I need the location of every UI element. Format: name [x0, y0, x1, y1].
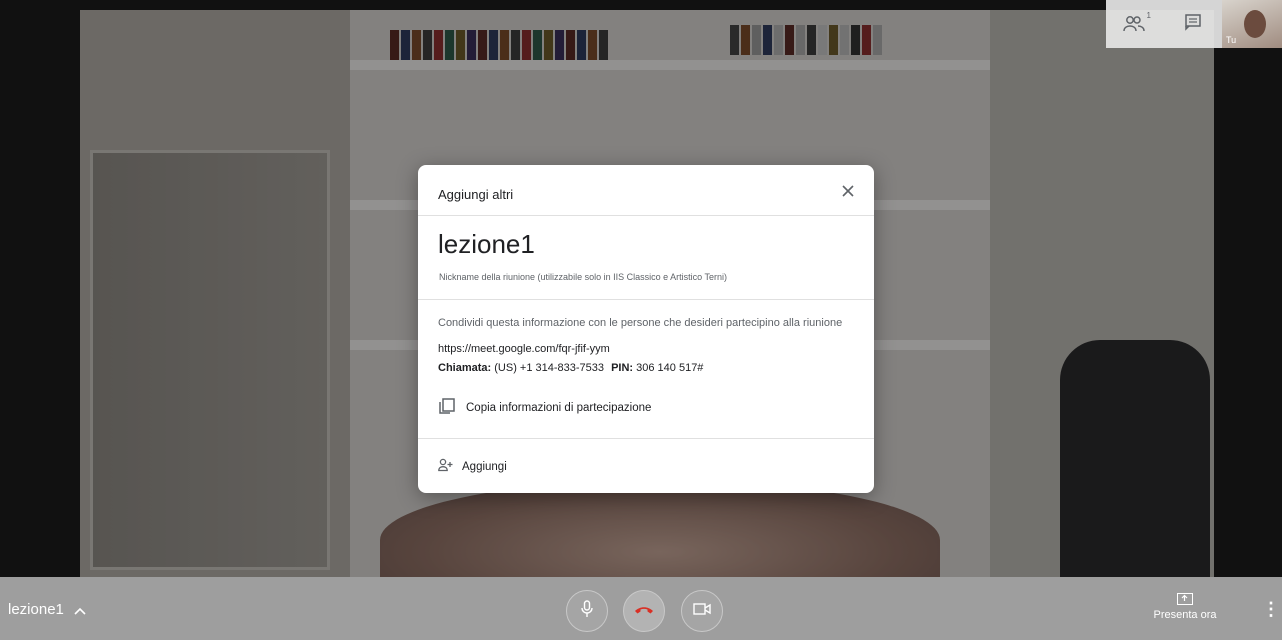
self-avatar	[1244, 10, 1266, 38]
camera-button[interactable]	[681, 590, 723, 632]
self-view-thumbnail[interactable]: Tu	[1222, 0, 1282, 48]
nickname-section: lezione1 Nickname della riunione (utiliz…	[418, 216, 874, 300]
chevron-up-icon	[74, 602, 86, 618]
add-person-icon	[438, 458, 454, 475]
self-label: Tu	[1226, 35, 1237, 45]
top-right-bar: 1 Tu	[1106, 0, 1282, 48]
chat-icon	[1184, 13, 1202, 36]
meeting-details-toggle[interactable]: lezione1	[8, 601, 86, 618]
pin-label: PIN:	[611, 362, 634, 374]
meeting-url[interactable]: https://meet.google.com/fqr-jfif-yym	[438, 343, 610, 355]
meeting-nickname: lezione1	[438, 229, 535, 259]
add-label: Aggiungi	[462, 460, 507, 473]
present-icon	[1177, 593, 1193, 605]
camera-icon	[693, 602, 711, 621]
copy-join-info-button[interactable]: Copia informazioni di partecipazione	[438, 397, 651, 418]
people-icon: 1	[1123, 11, 1151, 33]
phone-number: (US) +1 314-833-7533	[494, 362, 605, 374]
close-icon[interactable]	[838, 181, 858, 201]
copy-icon	[438, 397, 456, 418]
phone-label: Chiamata:	[438, 362, 492, 374]
chat-button[interactable]	[1164, 0, 1222, 48]
present-now-button[interactable]: Presenta ora	[1150, 593, 1220, 621]
share-instruction: Condividi questa informazione con le per…	[438, 317, 843, 329]
mic-icon	[580, 599, 594, 623]
more-vert-icon[interactable]: ⋮	[1262, 599, 1280, 620]
participants-button[interactable]: 1	[1106, 0, 1164, 48]
participants-count: 1	[1146, 11, 1151, 20]
pin-value: 306 140 517#	[636, 362, 704, 374]
join-info-section: Condividi questa informazione con le per…	[418, 300, 874, 439]
present-label: Presenta ora	[1153, 609, 1217, 621]
copy-label: Copia informazioni di partecipazione	[466, 401, 652, 414]
add-people-dialog: Aggiungi altri lezione1 Nickname della r…	[418, 165, 874, 493]
hangup-icon	[634, 602, 654, 620]
hangup-button[interactable]	[623, 590, 665, 632]
dialog-title: Aggiungi altri	[438, 187, 514, 202]
meeting-name: lezione1	[8, 601, 64, 618]
mic-button[interactable]	[566, 590, 608, 632]
dialog-header: Aggiungi altri	[418, 165, 874, 216]
nickname-note: Nickname della riunione (utilizzabile so…	[439, 272, 727, 282]
bottom-control-bar: lezione1 Presenta ora ⋮	[0, 577, 1282, 640]
add-people-button[interactable]: Aggiungi	[438, 458, 507, 475]
phone-info: Chiamata: (US) +1 314-833-7533 PIN: 306 …	[438, 362, 703, 374]
